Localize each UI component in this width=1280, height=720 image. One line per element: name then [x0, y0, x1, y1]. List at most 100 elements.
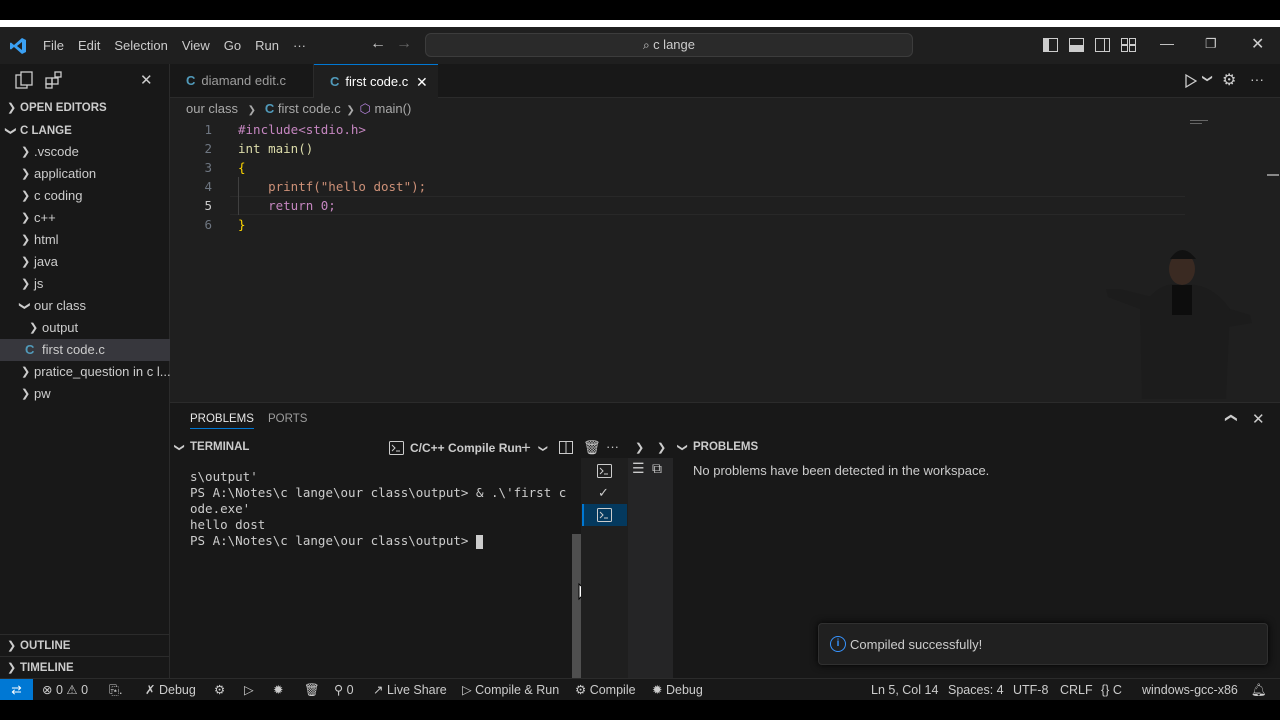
- code-line-3[interactable]: {: [238, 158, 246, 177]
- minimap[interactable]: [1190, 120, 1208, 126]
- close-window-icon[interactable]: ✕: [1251, 34, 1264, 54]
- maximize-panel-icon[interactable]: ❯: [1223, 413, 1237, 423]
- info-icon: i: [830, 636, 846, 652]
- workspace-root[interactable]: ❯ C LANGE: [0, 120, 170, 142]
- close-sidebar-icon[interactable]: ✕: [140, 71, 153, 89]
- run-icon[interactable]: [1185, 74, 1197, 88]
- tree-item-pratice-question[interactable]: ❯ pratice_question in c l...: [0, 361, 170, 383]
- tree-item-our-class[interactable]: ❯ our class: [0, 295, 170, 317]
- tab-diamand-edit[interactable]: Cdiamand edit.c: [170, 64, 314, 98]
- extensions-icon[interactable]: [45, 71, 63, 89]
- timeline-section[interactable]: ❯ TIMELINE: [0, 656, 170, 678]
- tree-item-c-coding[interactable]: ❯ c coding: [0, 185, 170, 207]
- remote-indicator[interactable]: ⇄: [0, 679, 33, 701]
- breadcrumb-symbol[interactable]: main(): [374, 101, 411, 116]
- breadcrumb-file[interactable]: first code.c: [278, 101, 341, 116]
- code-line-2[interactable]: int main(): [238, 139, 313, 158]
- end-of-line[interactable]: CRLF: [1060, 679, 1093, 701]
- split-terminal-icon[interactable]: [559, 441, 573, 454]
- terminal-name[interactable]: C/C++ Compile Run: [410, 441, 522, 455]
- encoding[interactable]: UTF-8: [1013, 679, 1048, 701]
- tree-item-label: .vscode: [34, 144, 79, 159]
- run-dropdown-icon[interactable]: ❯: [1202, 74, 1213, 82]
- close-panel-icon[interactable]: ✕: [1252, 410, 1265, 428]
- notification-toast[interactable]: i Compiled successfully!: [818, 623, 1268, 665]
- tree-item-js[interactable]: ❯ js: [0, 273, 170, 295]
- bell-icon[interactable]: 🔔︎: [1251, 679, 1267, 701]
- code-line-6[interactable]: }: [238, 215, 246, 234]
- compile-run-status[interactable]: ▷ Compile & Run: [462, 679, 559, 701]
- problems-section-title[interactable]: PROBLEMS: [693, 441, 758, 453]
- code-line-4[interactable]: printf("hello dost");: [238, 177, 426, 196]
- panel-tab-ports[interactable]: PORTS: [268, 413, 307, 425]
- open-editors-section[interactable]: ❯ OPEN EDITORS: [0, 97, 170, 119]
- tree-item-pw[interactable]: ❯ pw: [0, 383, 170, 405]
- terminal-scrollbar[interactable]: [572, 534, 581, 678]
- close-tab-icon[interactable]: ✕: [416, 65, 428, 99]
- chevron-right-icon[interactable]: ❯: [657, 441, 666, 454]
- command-center-search[interactable]: ⌕ c lange: [425, 33, 913, 57]
- tree-item-label: pratice_question in c l...: [34, 364, 170, 379]
- trash-status-icon[interactable]: 🗑: [304, 679, 320, 701]
- play-icon[interactable]: ▷: [244, 679, 254, 701]
- tree-item-output[interactable]: ❯ output: [0, 317, 170, 339]
- customize-layout-icon[interactable]: [1121, 38, 1136, 52]
- collapse-all-icon[interactable]: ⧉: [652, 460, 662, 477]
- problems-status[interactable]: ⊗ 0 ⚠ 0: [42, 679, 88, 701]
- indentation[interactable]: Spaces: 4: [948, 679, 1004, 701]
- chevron-right-icon[interactable]: ❯: [635, 441, 644, 454]
- terminal-more-icon[interactable]: ···: [606, 439, 619, 454]
- live-share-status[interactable]: ↗ Live Share: [373, 679, 447, 701]
- tree-item-cpp[interactable]: ❯ c++: [0, 207, 170, 229]
- gear-icon[interactable]: ⚙: [1222, 70, 1236, 90]
- tree-item-first-code[interactable]: Cfirst code.c: [0, 339, 170, 361]
- language-mode[interactable]: {} C: [1101, 679, 1122, 701]
- settings-gear-icon[interactable]: ⚙: [214, 679, 225, 701]
- tree-item-application[interactable]: ❯ application: [0, 163, 170, 185]
- toggle-secondary-sidebar-icon[interactable]: [1095, 38, 1110, 52]
- back-arrow-icon[interactable]: ←: [370, 35, 386, 53]
- menu-edit[interactable]: Edit: [71, 27, 107, 64]
- new-terminal-icon[interactable]: +: [521, 438, 531, 458]
- outline-section[interactable]: ❯ OUTLINE: [0, 634, 170, 656]
- ports-status[interactable]: ⚲ 0: [334, 679, 354, 701]
- breadcrumb-folder[interactable]: our class: [186, 101, 238, 116]
- terminal-instance-active[interactable]: [582, 504, 627, 526]
- minimize-icon[interactable]: —: [1160, 35, 1174, 51]
- panel-tab-problems[interactable]: PROBLEMS: [190, 413, 254, 429]
- workspace-status-icon[interactable]: ⎘.: [109, 679, 122, 701]
- debug2-status[interactable]: ✹ Debug: [652, 679, 703, 701]
- compile-status[interactable]: ⚙ Compile: [575, 679, 636, 701]
- terminal-dropdown-icon[interactable]: ❯: [537, 445, 548, 453]
- terminal-instance-icon[interactable]: [597, 464, 612, 478]
- chevron-down-icon[interactable]: ❯: [174, 443, 185, 451]
- chevron-down-icon[interactable]: ❯: [677, 443, 688, 451]
- explorer-files-icon[interactable]: [15, 71, 33, 89]
- view-as-tree-icon[interactable]: ☰: [632, 460, 645, 477]
- menu-selection[interactable]: Selection: [107, 27, 174, 64]
- tree-item-java[interactable]: ❯ java: [0, 251, 170, 273]
- code-line-5[interactable]: return 0;: [238, 196, 336, 215]
- menu-file[interactable]: File: [36, 27, 71, 64]
- tree-item-vscode[interactable]: ❯ .vscode: [0, 141, 170, 163]
- menu-view[interactable]: View: [175, 27, 217, 64]
- tree-item-html[interactable]: ❯ html: [0, 229, 170, 251]
- restore-icon[interactable]: ❐: [1205, 36, 1217, 52]
- menu-more[interactable]: ···: [286, 27, 313, 64]
- platform-config[interactable]: windows-gcc-x86: [1142, 679, 1238, 701]
- tab-first-code[interactable]: Cfirst code.c ✕: [314, 64, 438, 99]
- more-actions-icon[interactable]: ···: [1250, 71, 1264, 87]
- toggle-panel-icon[interactable]: [1069, 38, 1084, 52]
- menu-go[interactable]: Go: [217, 27, 248, 64]
- check-icon[interactable]: ✓: [598, 485, 609, 501]
- toggle-primary-sidebar-icon[interactable]: [1043, 38, 1058, 52]
- code-line-1[interactable]: #include<stdio.h>: [238, 120, 366, 139]
- debug-status[interactable]: ✗ Debug: [145, 679, 196, 701]
- menu-run[interactable]: Run: [248, 27, 286, 64]
- debug-bug-icon[interactable]: ✹: [273, 679, 283, 701]
- terminal-section-title[interactable]: TERMINAL: [190, 441, 249, 453]
- terminal-prompt[interactable]: PS A:\Notes\c lange\our class\output>: [190, 533, 483, 549]
- cursor-position[interactable]: Ln 5, Col 14: [871, 679, 938, 701]
- trash-icon[interactable]: 🗑: [583, 439, 601, 456]
- forward-arrow-icon[interactable]: →: [396, 35, 412, 53]
